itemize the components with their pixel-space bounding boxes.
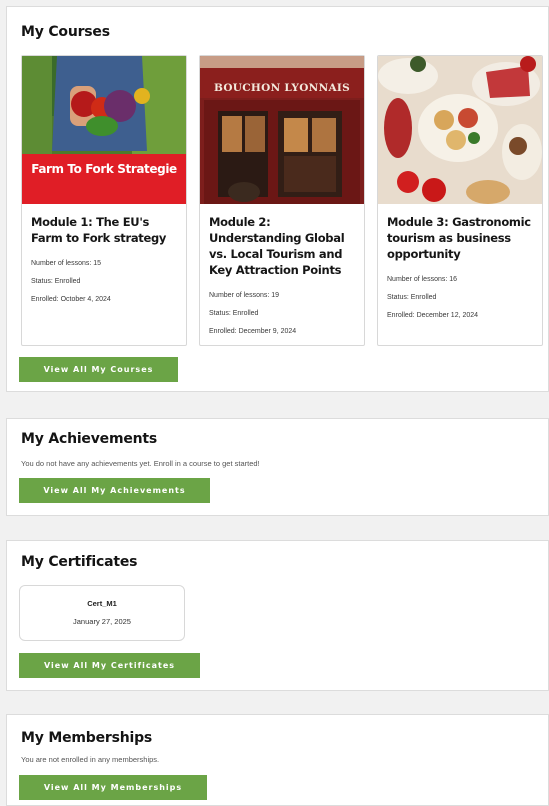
achievements-title: My Achievements [21,431,158,447]
course-card-module-1[interactable]: Farm To Fork Strategie Module 1: The EU'… [21,55,187,346]
view-all-memberships-button[interactable]: View All My Memberships [19,775,207,800]
course-image-tapas[interactable] [378,56,542,204]
course-enrolled-date: Enrolled: December 9, 2024 [209,328,297,335]
view-all-achievements-button[interactable]: View All My Achievements [19,478,210,503]
course-image-bouchon[interactable] [200,56,364,204]
course-card-module-2[interactable]: BOUCHON LYONNAIS Module 2: Understanding… [199,55,365,346]
view-all-certificates-button[interactable]: View All My Certificates [19,653,200,678]
certificates-panel: My Certificates Cert_M1 January 27, 2025… [6,540,549,691]
course-image-caption: BOUCHON LYONNAIS [213,82,351,94]
course-image-caption: Farm To Fork Strategie [31,162,177,176]
course-enrolled-date: Enrolled: October 4, 2024 [31,296,111,303]
course-status: Status: Enrolled [209,310,259,317]
memberships-title: My Memberships [21,730,153,746]
course-title[interactable]: Module 3: Gastronomic tourism as busines… [387,214,537,262]
course-lessons: Number of lessons: 16 [387,276,458,283]
courses-title: My Courses [21,24,110,40]
memberships-empty-text: You are not enrolled in any memberships. [21,755,160,764]
achievements-panel: My Achievements You do not have any achi… [6,418,549,516]
view-all-courses-button[interactable]: View All My Courses [19,357,178,382]
course-lessons: Number of lessons: 15 [31,260,102,267]
course-title[interactable]: Module 2: Understanding Global vs. Local… [209,214,359,278]
certificates-title: My Certificates [21,554,138,570]
achievements-empty-text: You do not have any achievements yet. En… [21,459,260,468]
certificate-card[interactable]: Cert_M1 January 27, 2025 [19,585,185,641]
course-image-farm-to-fork[interactable] [22,56,186,204]
course-lessons: Number of lessons: 19 [209,292,280,299]
course-status: Status: Enrolled [31,278,81,285]
course-title[interactable]: Module 1: The EU's Farm to Fork strategy [31,214,181,246]
courses-panel: My Courses Farm To Fork Strategie Module… [6,6,549,392]
memberships-panel: My Memberships You are not enrolled in a… [6,714,549,806]
certificate-date: January 27, 2025 [73,617,131,626]
course-status: Status: Enrolled [387,294,437,301]
certificate-name: Cert_M1 [87,599,117,608]
course-enrolled-date: Enrolled: December 12, 2024 [387,312,479,319]
course-card-module-3[interactable]: Module 3: Gastronomic tourism as busines… [377,55,543,346]
